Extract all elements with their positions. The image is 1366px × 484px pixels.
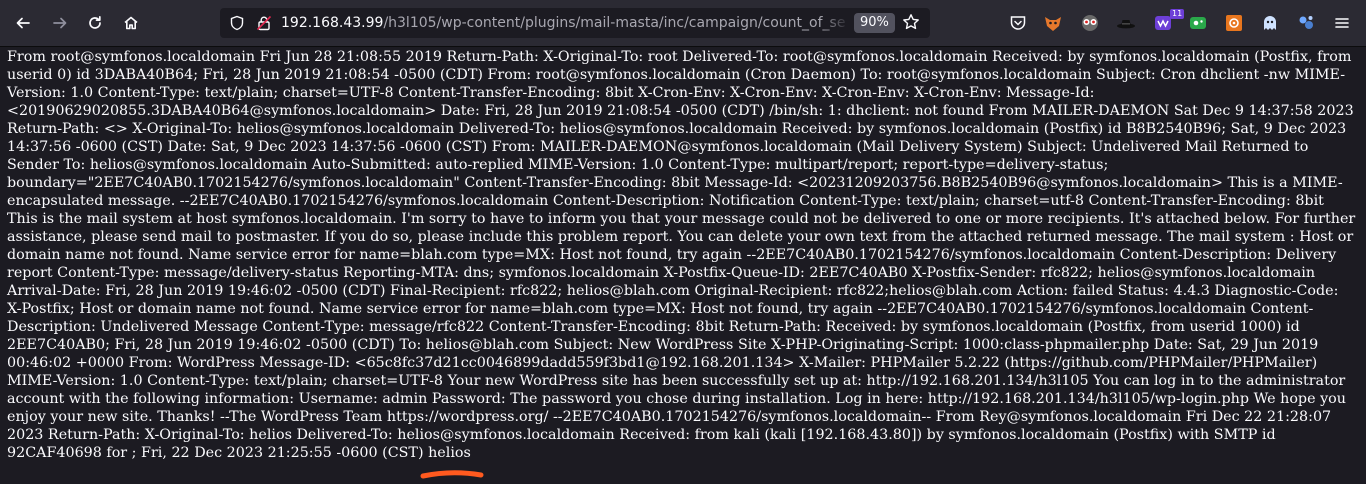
back-button[interactable] bbox=[8, 8, 38, 38]
hat-extension-icon[interactable] bbox=[1114, 11, 1138, 35]
extensions-puzzle-icon[interactable] bbox=[1294, 11, 1318, 35]
mail-line: Arrival-Date: Fri, 28 Jun 2019 19:46:02 … bbox=[7, 283, 1339, 299]
mail-line: 00:46:02 +0000 From: WordPress Message-I… bbox=[7, 355, 1318, 371]
mail-line: report Content-Type: message/delivery-st… bbox=[7, 265, 1316, 281]
mail-line: This is the mail system at host symfonos… bbox=[7, 211, 1356, 227]
mail-spool-output: From root@symfonos.localdomain Fri Jun 2… bbox=[7, 48, 1359, 462]
forward-button[interactable] bbox=[45, 8, 75, 38]
url-bar[interactable]: 192.168.43.99/h3l105/wp-content/plugins/… bbox=[220, 8, 930, 38]
mail-line: Description: Undelivered Message Content… bbox=[7, 319, 1300, 335]
zoom-indicator[interactable]: 90% bbox=[854, 13, 895, 33]
pocket-icon[interactable] bbox=[1006, 11, 1030, 35]
mail-line: boundary="2EE7C40AB0.1702154276/symfonos… bbox=[7, 175, 1343, 191]
insecure-lock-icon[interactable] bbox=[256, 15, 272, 31]
mail-line: userid 0) id 3DABA40B64; Fri, 28 Jun 201… bbox=[7, 67, 1346, 83]
home-button[interactable] bbox=[116, 8, 146, 38]
url-host: 192.168.43.99 bbox=[281, 15, 384, 31]
foxyproxy-icon[interactable] bbox=[1041, 11, 1065, 35]
menu-icon[interactable] bbox=[1330, 11, 1354, 35]
mail-line: 92CAF40698 for ; Fri, 22 Dec 2023 21:25:… bbox=[7, 445, 471, 461]
url-fade bbox=[820, 12, 850, 34]
shield-icon[interactable] bbox=[229, 15, 245, 31]
bookmark-star-icon[interactable] bbox=[902, 13, 920, 31]
burp-extension-icon[interactable] bbox=[1222, 11, 1246, 35]
mail-line: MIME-Version: 1.0 Content-Type: text/pla… bbox=[7, 373, 1346, 389]
mail-line: 14:37:56 -0600 (CST) Date: Sat, 9 Dec 20… bbox=[7, 139, 1309, 155]
annotation-underline bbox=[420, 470, 484, 479]
mail-line: <20190629020855.3DABA40B64@symfonos.loca… bbox=[7, 103, 1354, 119]
mail-line: 2EE7C40AB0; Fri, 28 Jun 2019 19:46:02 -0… bbox=[7, 337, 1319, 353]
forward-arrow-icon bbox=[53, 17, 67, 29]
url-text[interactable]: 192.168.43.99/h3l105/wp-content/plugins/… bbox=[281, 15, 846, 31]
owl-extension-icon[interactable] bbox=[1078, 11, 1102, 35]
ghost-extension-icon[interactable] bbox=[1258, 11, 1282, 35]
mail-line: Sender To: helios@symfonos.localdomain A… bbox=[7, 157, 1109, 173]
cookie-editor-icon[interactable] bbox=[1186, 11, 1210, 35]
back-arrow-icon bbox=[16, 17, 30, 29]
mail-line: account with the following information: … bbox=[7, 391, 1346, 407]
mail-line: domain name not found. Name service erro… bbox=[7, 247, 1337, 263]
url-path: /h3l105/wp-content/plugins/mail-masta/in… bbox=[383, 15, 846, 31]
browser-toolbar: 192.168.43.99/h3l105/wp-content/plugins/… bbox=[0, 0, 1366, 47]
mail-line: X-Postfix; Host or domain name not found… bbox=[7, 301, 1314, 317]
reload-button[interactable] bbox=[80, 8, 110, 38]
mail-line: From root@symfonos.localdomain Fri Jun 2… bbox=[7, 49, 1352, 65]
mail-line: 2023 Return-Path: X-Original-To: helios … bbox=[7, 427, 1276, 443]
reload-icon bbox=[89, 15, 101, 29]
home-icon bbox=[124, 16, 138, 30]
mail-line: encapsulated message. --2EE7C40AB0.17021… bbox=[7, 193, 1324, 209]
mail-line: enjoy your new site. Thanks! --The WordP… bbox=[7, 409, 1332, 425]
mail-line: Version: 1.0 Content-Type: text/plain; c… bbox=[7, 85, 1095, 101]
extension-badge: 11 bbox=[1170, 9, 1185, 19]
mail-line: Return-Path: <> X-Original-To: helios@sy… bbox=[7, 121, 1347, 137]
mail-line: assistance, please send mail to postmast… bbox=[7, 229, 1354, 245]
